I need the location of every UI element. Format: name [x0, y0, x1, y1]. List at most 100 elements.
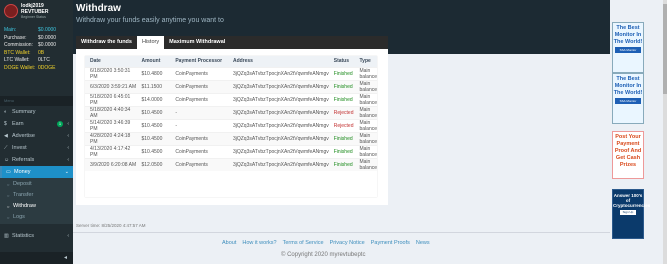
- nav-item-statistics[interactable]: ▥ Statistics ‹: [0, 230, 73, 242]
- scrollbar-thumb[interactable]: [663, 4, 667, 94]
- cell-status: Finished: [328, 66, 355, 80]
- sub-item-withdraw[interactable]: ○ Withdraw: [0, 201, 73, 212]
- tab-history[interactable]: History: [136, 36, 165, 49]
- tab-bar: Withdraw the funds History Maximum Withd…: [76, 36, 388, 49]
- cell-status: Finished: [328, 79, 355, 93]
- nav-item-advertise[interactable]: ◀ Advertise ‹: [0, 130, 73, 142]
- cell-date: 3/9/2020 6:20:08 AM: [85, 157, 137, 171]
- cell-amount: $10.4500: [136, 144, 171, 158]
- main-nav: ◐ Summary $ Earn 1 ‹ ◀ Advertise ‹ ⟋ Inv…: [0, 106, 73, 178]
- sub-item-logs[interactable]: ○ Logs: [0, 212, 73, 223]
- chevron-left-icon: ‹: [67, 121, 69, 127]
- cell-status: Finished: [328, 92, 355, 106]
- bullhorn-icon: ◀: [4, 133, 8, 139]
- wallet-row-main: Main: $0.0000: [4, 27, 57, 33]
- money-subnav: ○ Deposit ○ Transfer ○ Withdraw ○ Logs: [0, 178, 73, 224]
- avatar: [4, 4, 18, 18]
- nav-item-label: Earn: [12, 121, 24, 127]
- column-header-date: Date: [85, 56, 137, 67]
- cell-address: 3jQZq3sATvbzTpocjnXAn2tVqwmfeANmgv: [227, 79, 329, 93]
- ad-signup-button[interactable]: Sign Up: [620, 210, 636, 215]
- users-icon: ☺: [4, 157, 10, 163]
- sidebar: lodkj2019 REVTUBER Beginner Status Main:…: [0, 0, 73, 264]
- footer-link-privacy[interactable]: Privacy Notice: [330, 240, 365, 246]
- footer-link-how-it-works[interactable]: How it works?: [242, 240, 276, 246]
- dollar-icon: $: [4, 121, 7, 127]
- earn-badge: 1: [57, 121, 63, 127]
- sub-item-transfer[interactable]: ○ Transfer: [0, 190, 73, 201]
- sidebar-collapse-toggle[interactable]: ◂: [0, 252, 73, 264]
- tab-maximum-withdrawal[interactable]: Maximum Withdrawal: [164, 36, 230, 49]
- column-header-status: Status: [328, 56, 355, 67]
- cell-type: Main balance: [354, 118, 377, 132]
- cell-address: 3jQZq3sATvbzTpocjnXAn2tVqwmfeANmgv: [227, 118, 329, 132]
- nav-item-label: Referrals: [12, 157, 35, 163]
- cell-processor: -: [170, 118, 228, 132]
- sub-item-deposit[interactable]: ○ Deposit: [0, 179, 73, 190]
- page-title: Withdraw: [76, 3, 121, 14]
- nav-item-referrals[interactable]: ☺ Referrals ‹: [0, 154, 73, 166]
- cell-amount: $14.0000: [136, 92, 171, 106]
- cell-amount: $12.0500: [136, 157, 171, 171]
- ad-banner-monitor-1[interactable]: The Best Monitor In The World! SSA Monit…: [612, 22, 644, 73]
- footer-link-payment-proofs[interactable]: Payment Proofs: [371, 240, 410, 246]
- table-row: 5/14/2020 3:46:39 PM $10.4500-3jQZq3sATvb…: [85, 118, 377, 132]
- footer-link-about[interactable]: About: [222, 240, 236, 246]
- chevron-left-icon: ‹: [67, 133, 69, 139]
- cell-status: Finished: [328, 157, 355, 171]
- cell-address: 3jQZq3sATvbzTpocjnXAn2tVqwmfeANmgv: [227, 157, 329, 171]
- cell-address: 3jQZq3sATvbzTpocjnXAn2tVqwmfeANmgv: [227, 131, 329, 145]
- footer-links: About How it works? Terms of Service Pri…: [222, 240, 430, 246]
- wallet-row-doge: DOGE Wallet: 0DOGE: [4, 64, 56, 71]
- table-row: 4/13/2020 4:17:42 PM $10.4500 CoinPayments…: [85, 144, 377, 158]
- ad-column: The Best Monitor In The World! SSA Monit…: [610, 0, 667, 264]
- cell-type: Main balance: [354, 92, 377, 106]
- nav-item-summary[interactable]: ◐ Summary: [0, 106, 73, 118]
- column-header-address: Address: [227, 56, 329, 67]
- footer-link-news[interactable]: News: [416, 240, 430, 246]
- cell-address: 3jQZq3sATvbzTpocjnXAn2tVqwmfeANmgv: [227, 92, 329, 106]
- page-scrollbar[interactable]: [663, 0, 667, 264]
- nav-item-money[interactable]: ▭ Money ⌄: [0, 166, 73, 178]
- cell-date: 6/18/2020 3:50:31 PM: [85, 66, 137, 80]
- cell-date: 4/13/2020 4:17:42 PM: [85, 144, 137, 158]
- cell-date: 5/18/2020 4:40:34 AM: [85, 105, 137, 119]
- cell-processor: CoinPayments: [170, 66, 228, 80]
- main-content: Withdraw Withdraw your funds easily anyt…: [73, 0, 610, 264]
- chevron-left-icon: ‹: [67, 233, 69, 239]
- sub-item-label: Withdraw: [13, 203, 36, 209]
- ad-banner-payment-proof[interactable]: Post Your Payment Proof And Get Cash Pri…: [612, 131, 644, 179]
- sub-item-label: Logs: [13, 214, 25, 220]
- cell-date: 6/3/2020 3:59:21 AM: [85, 79, 137, 93]
- cell-type: Main balance: [354, 79, 377, 93]
- chevron-left-icon: ‹: [67, 157, 69, 163]
- cell-status: Finished: [328, 131, 355, 145]
- ad-banner-monitor-2[interactable]: The Best Monitor In The World! SSA Monit…: [612, 73, 644, 124]
- nav-item-earn[interactable]: $ Earn 1 ‹: [0, 118, 73, 130]
- ad-headline: Answer 100's of Cryptocurrencies: [613, 193, 651, 208]
- cell-amount: $10.4500: [136, 131, 171, 145]
- cell-processor: CoinPayments: [170, 92, 228, 106]
- tachometer-icon: ◐: [4, 109, 8, 115]
- ad-banner-crypto[interactable]: Answer 100's of Cryptocurrencies Sign Up: [612, 189, 651, 239]
- footer-link-terms[interactable]: Terms of Service: [283, 240, 324, 246]
- nav-header: Menu: [0, 96, 73, 106]
- nav-item-label: Money: [14, 169, 31, 175]
- table-row: 5/18/2020 6:45:01 PM $14.0000 CoinPayments…: [85, 92, 377, 106]
- wallet-row-ltc: LTC Wallet: 0LTC: [4, 57, 50, 63]
- cell-type: Main balance: [354, 144, 377, 158]
- table-row: 3/9/2020 6:20:08 AM $12.0500 CoinPayments 3…: [85, 157, 377, 171]
- nav-item-invest[interactable]: ⟋ Invest ‹: [0, 142, 73, 154]
- cell-amount: $10.4800: [136, 66, 171, 80]
- table-row: 6/18/2020 3:50:31 PM $10.4800 CoinPayments…: [85, 66, 377, 80]
- cell-status: Rejected: [328, 118, 355, 132]
- chevron-left-icon: ◂: [63, 255, 67, 261]
- wallet-row-purchase: Purchase: $0.0000: [4, 34, 57, 41]
- cell-address: 3jQZq3sATvbzTpocjnXAn2tVqwmfeANmgv: [227, 66, 329, 80]
- user-panel: lodkj2019 REVTUBER Beginner Status Main:…: [0, 0, 73, 96]
- column-header-processor: Payment Processor: [170, 56, 228, 67]
- ad-headline: Post Your Payment Proof And Get Cash Pri…: [614, 134, 642, 168]
- cell-type: Main balance: [354, 105, 377, 119]
- tab-withdraw-funds[interactable]: Withdraw the funds: [76, 36, 137, 49]
- table-row: 6/3/2020 3:59:21 AM $11.1500 CoinPayments 3…: [85, 79, 377, 93]
